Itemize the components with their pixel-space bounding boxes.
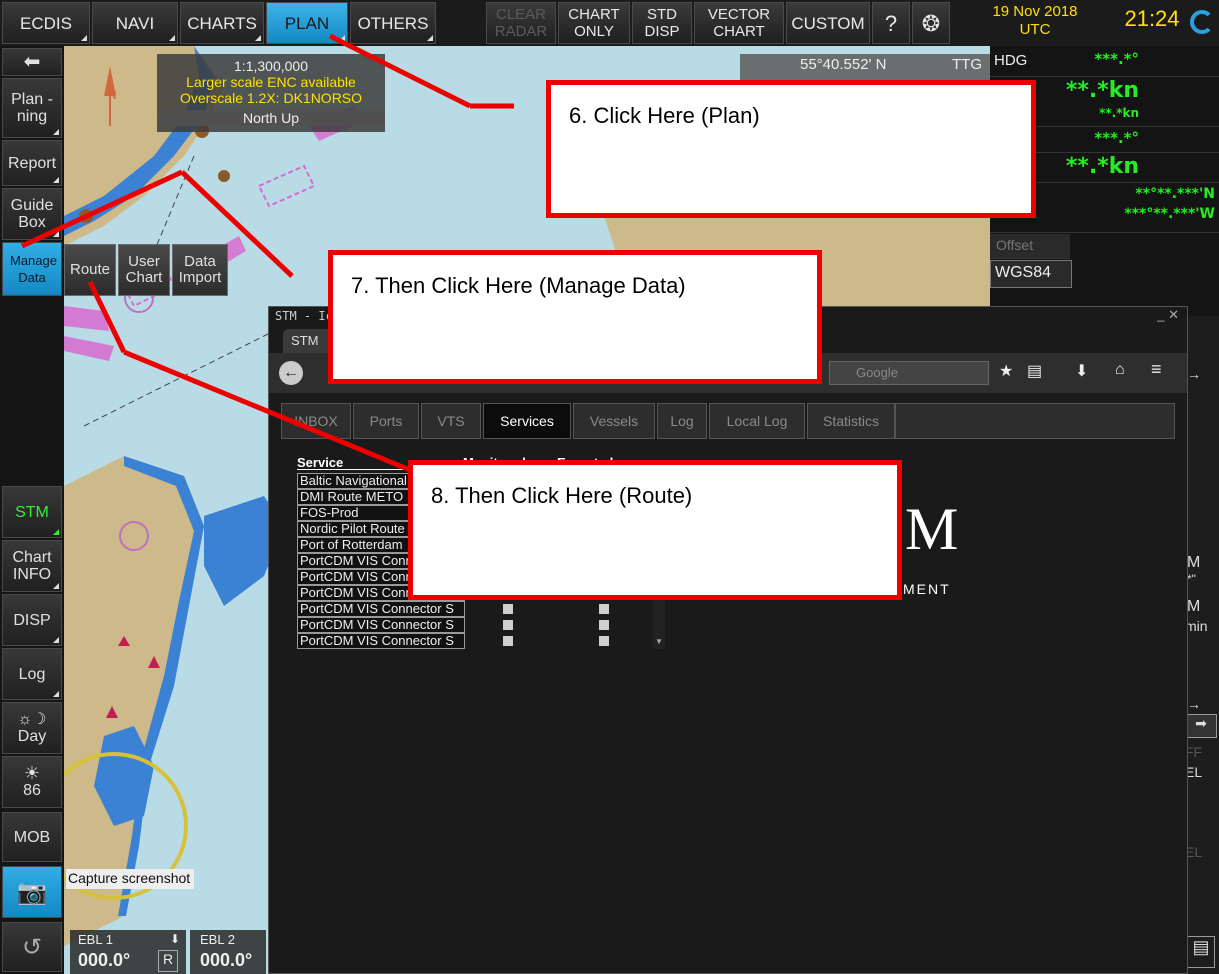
- callout-step-7-text: 7. Then Click Here (Manage Data): [351, 273, 686, 298]
- callout-step-6-text: 6. Click Here (Plan): [569, 103, 760, 128]
- callout-step-7: 7. Then Click Here (Manage Data): [328, 250, 822, 384]
- callout-step-8-text: 8. Then Click Here (Route): [431, 483, 693, 508]
- callout-line-manage-1: [20, 169, 184, 249]
- callout-step-6: 6. Click Here (Plan): [546, 80, 1036, 218]
- callout-line-plan: [328, 33, 472, 109]
- callout-line-manage-2: [180, 170, 294, 278]
- callout-line-route-1: [87, 280, 127, 354]
- callout-step-8: 8. Then Click Here (Route): [408, 460, 902, 600]
